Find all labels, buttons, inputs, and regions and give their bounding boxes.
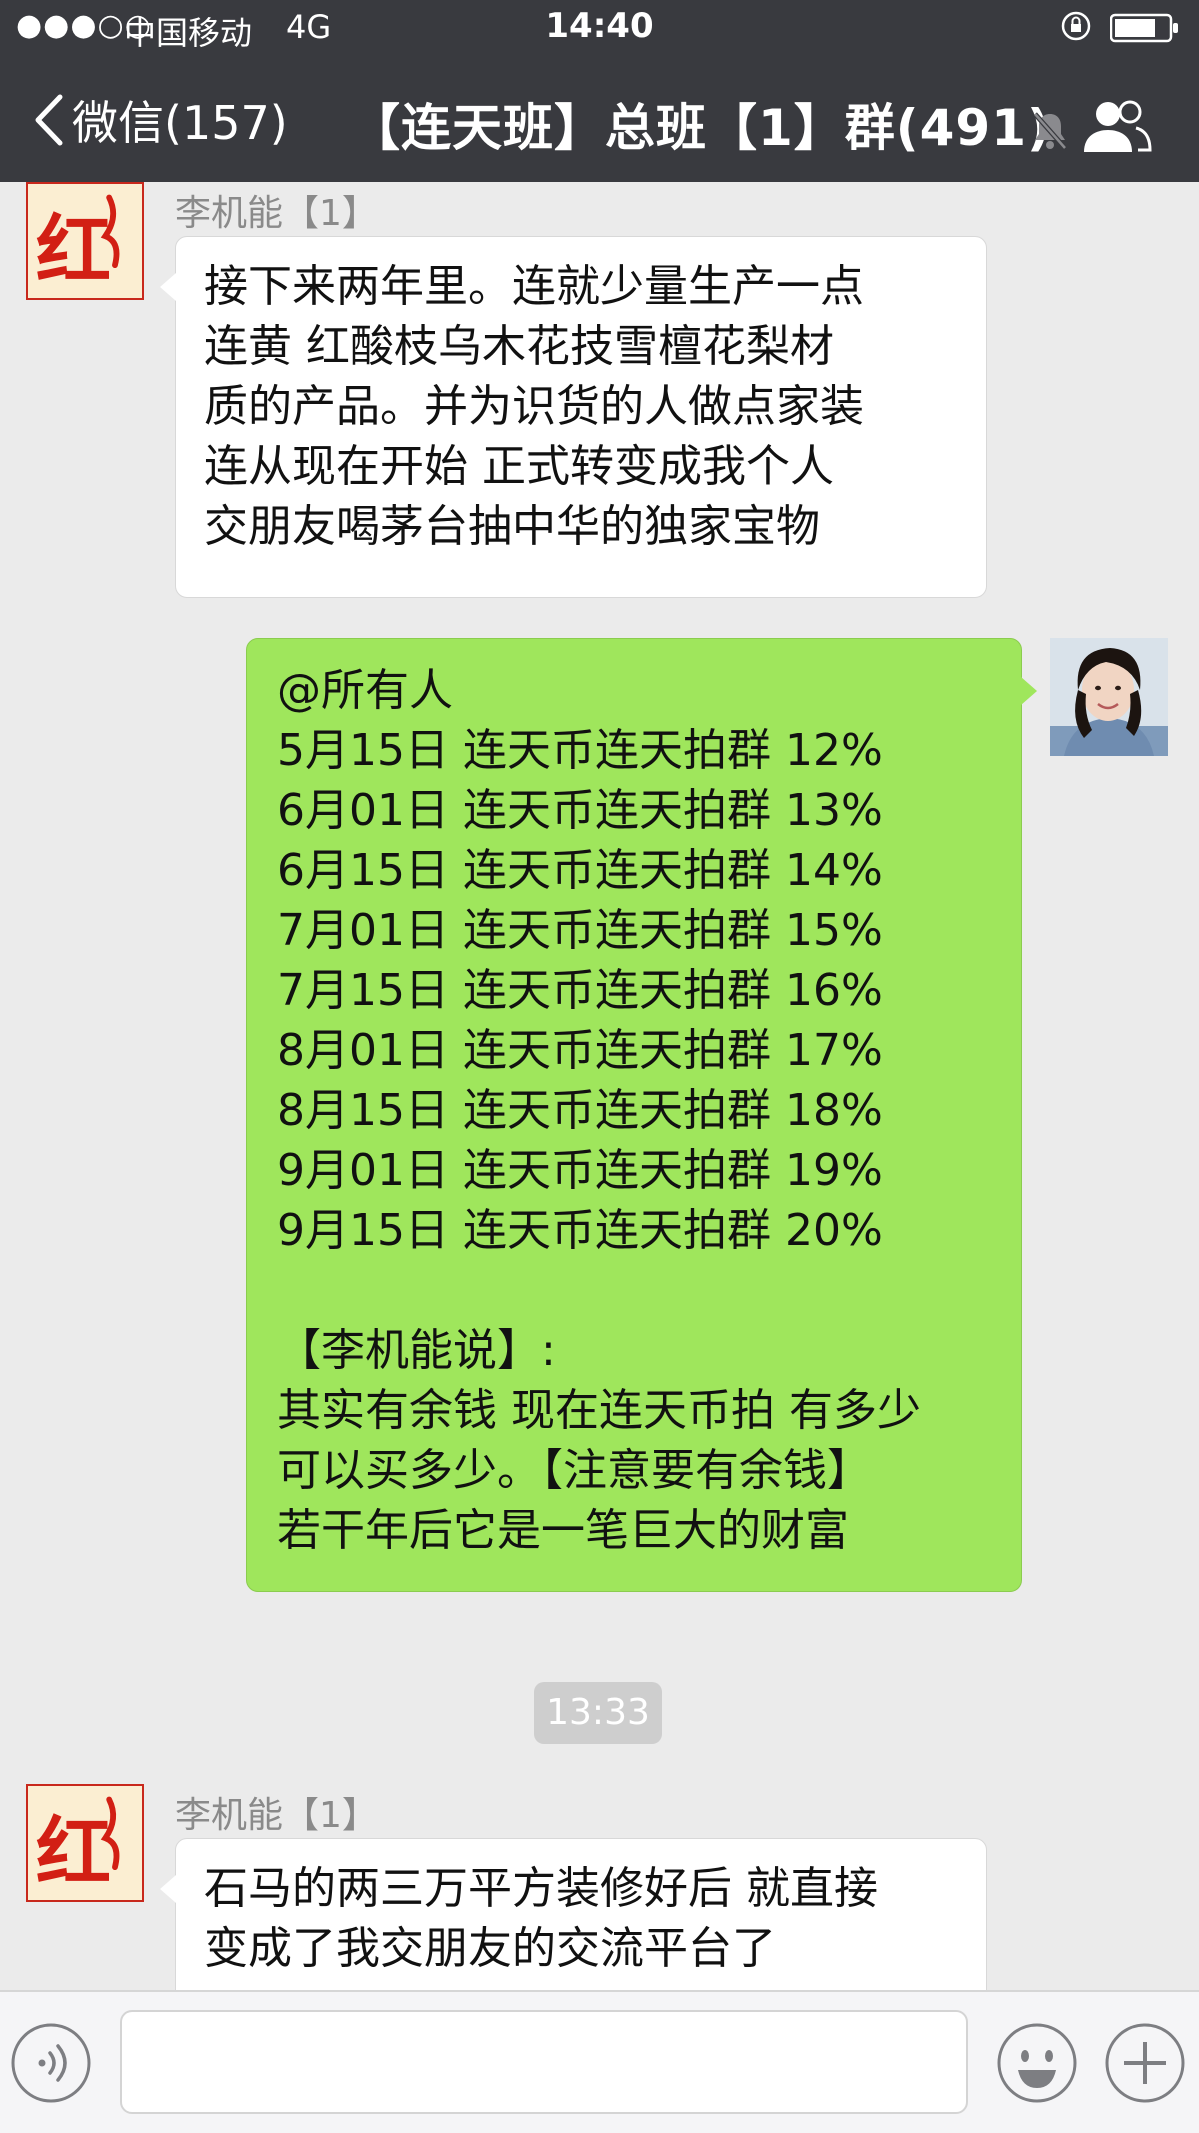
plus-icon[interactable]	[1104, 2022, 1186, 2104]
emoji-icon[interactable]	[996, 2022, 1078, 2104]
group-members-icon[interactable]	[1080, 96, 1152, 156]
message-bubble-incoming[interactable]: 接下来两年里。连就少量生产一点 连黄 红酸枝乌木花技雪檀花梨材 质的产品。并为识…	[160, 236, 987, 598]
mute-icon	[1033, 112, 1067, 150]
sender-name: 李机能【1】	[175, 193, 378, 234]
input-bar	[0, 1990, 1199, 2133]
lock-rotation-icon	[1061, 11, 1091, 41]
back-chevron-icon	[35, 94, 63, 146]
user-photo-icon	[1050, 638, 1168, 756]
chat-area[interactable]: 红 李机能【1】 接下来两年里。连就少量生产一点 连黄 红酸枝乌木花技雪檀花梨材…	[0, 182, 1199, 1990]
navigation-bar: 微信(157) 【连天班】总班【1】群(491)	[0, 70, 1199, 170]
top-bar: ●●●○○ 中国移动 4G 14:40 微信(157) 【连天班】总班【1】群(…	[0, 0, 1199, 182]
sender-name: 李机能【1】	[175, 1795, 378, 1836]
time-divider: 13:33	[534, 1682, 662, 1744]
avatar-logo-text: 红	[36, 1808, 111, 1897]
hong-logo-icon: 红	[28, 184, 142, 298]
self-avatar[interactable]	[1050, 638, 1168, 756]
chat-title: 【连天班】总班【1】群(491)	[350, 99, 1051, 157]
status-time: 14:40	[545, 6, 654, 46]
voice-icon[interactable]	[10, 2022, 92, 2104]
sender-avatar[interactable]: 红	[26, 1784, 144, 1902]
back-label: 微信(157)	[72, 96, 288, 150]
message-bubble-outgoing[interactable]: @所有人 5月15日 连天币连天拍群 12% 6月01日 连天币连天拍群 13%…	[246, 638, 1037, 1592]
hong-logo-icon: 红	[28, 1786, 142, 1900]
message-input[interactable]	[120, 2010, 968, 2114]
battery-icon	[1110, 13, 1178, 43]
status-bar: ●●●○○ 中国移动 4G 14:40	[0, 0, 1199, 54]
avatar-logo-text: 红	[36, 206, 111, 295]
back-button[interactable]: 微信(157)	[34, 88, 288, 152]
sender-avatar[interactable]: 红	[26, 182, 144, 300]
message-bubble-incoming[interactable]: 石马的两三万平方装修好后 就直接 变成了我交朋友的交流平台了	[160, 1838, 987, 1990]
